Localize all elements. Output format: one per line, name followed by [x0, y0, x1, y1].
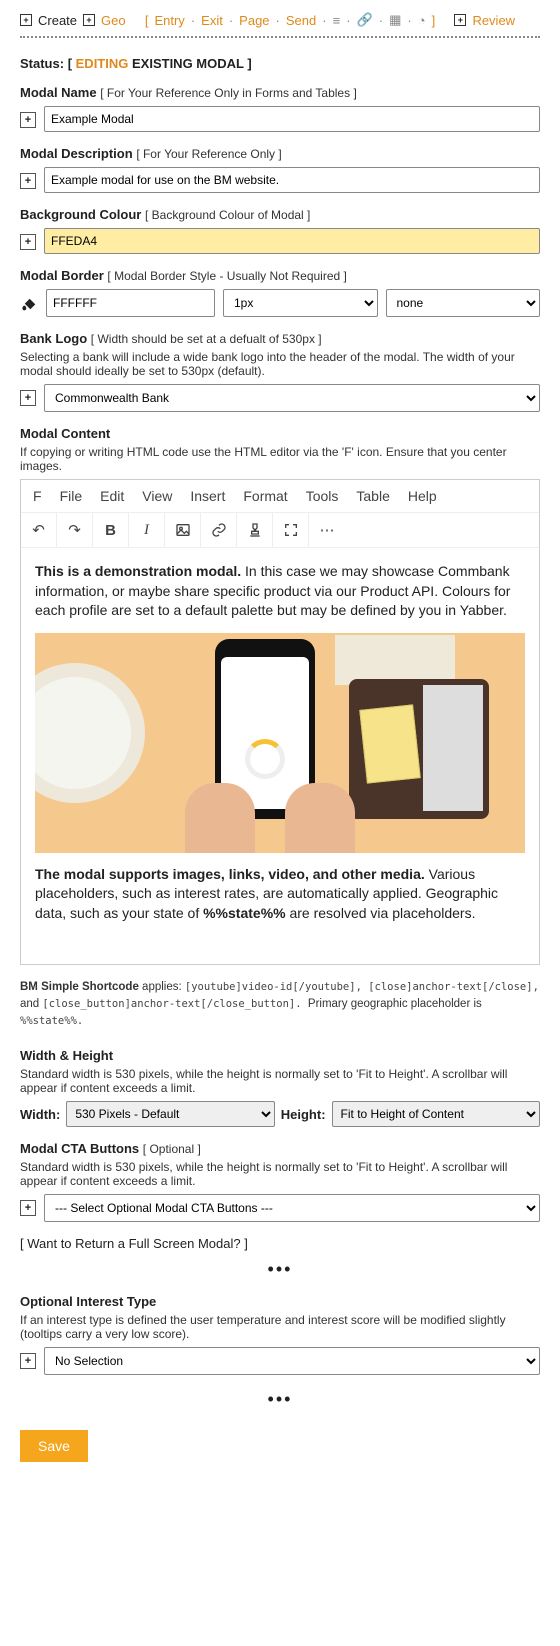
form-icon[interactable]: ▦	[389, 12, 401, 28]
modal-name-label: Modal Name	[20, 85, 97, 100]
interest-label: Optional Interest Type	[20, 1294, 540, 1309]
toolbar-send[interactable]: Send	[286, 13, 316, 28]
expand-icon[interactable]: +	[20, 390, 36, 406]
menu-file[interactable]: File	[60, 488, 83, 504]
toolbar-entry[interactable]: Entry	[154, 13, 184, 28]
height-label: Height:	[281, 1107, 326, 1122]
toolbar-page[interactable]: Page	[239, 13, 269, 28]
status-line: Status: [ EDITING EXISTING MODAL ]	[20, 56, 540, 71]
expand-icon[interactable]: +	[20, 112, 36, 128]
pie-icon[interactable]: ◔	[418, 13, 426, 28]
section-dots-icon: •••	[20, 1259, 540, 1280]
divider	[20, 36, 540, 38]
toolbar-exit[interactable]: Exit	[201, 13, 223, 28]
wh-label: Width & Height	[20, 1048, 540, 1063]
expand-icon[interactable]: +	[20, 173, 36, 189]
redo-icon[interactable]: ↷	[57, 513, 93, 547]
save-button[interactable]: Save	[20, 1430, 88, 1462]
modal-content-label: Modal Content	[20, 426, 540, 441]
bg-colour-label: Background Colour	[20, 207, 141, 222]
toolbar-review[interactable]: Review	[472, 13, 515, 28]
menu-view[interactable]: View	[142, 488, 172, 504]
border-style-select[interactable]: none	[386, 289, 541, 317]
toolbar-create[interactable]: Create	[38, 13, 77, 28]
width-label: Width:	[20, 1107, 60, 1122]
menu-format[interactable]: Format	[243, 488, 287, 504]
bank-logo-select[interactable]: Commonwealth Bank	[44, 384, 540, 412]
image-icon[interactable]	[165, 513, 201, 547]
expand-icon[interactable]: +	[20, 1200, 36, 1216]
link-icon[interactable]: 🔗	[357, 12, 373, 28]
menu-insert[interactable]: Insert	[190, 488, 225, 504]
editor-menubar: F File Edit View Insert Format Tools Tab…	[21, 480, 539, 513]
border-width-select[interactable]: 1px	[223, 289, 378, 317]
toolbar-geo[interactable]: Geo	[101, 13, 126, 28]
fullscreen-toggle-link[interactable]: [ Want to Return a Full Screen Modal? ]	[20, 1236, 540, 1251]
border-color-input[interactable]	[46, 289, 215, 317]
editor-content-area[interactable]: This is a demonstration modal. In this c…	[21, 548, 539, 964]
interest-select[interactable]: No Selection	[44, 1347, 540, 1375]
fullscreen-icon[interactable]	[273, 513, 309, 547]
cta-label: Modal CTA Buttons	[20, 1141, 139, 1156]
height-select[interactable]: Fit to Height of Content	[332, 1101, 540, 1127]
plus-icon[interactable]: +	[83, 14, 95, 26]
menu-help[interactable]: Help	[408, 488, 437, 504]
list-icon[interactable]: ≡	[333, 13, 341, 28]
menu-edit[interactable]: Edit	[100, 488, 124, 504]
section-dots-icon: •••	[20, 1389, 540, 1410]
menu-f[interactable]: F	[33, 488, 42, 504]
plus-icon[interactable]: +	[454, 14, 466, 26]
shortcode-note: BM Simple Shortcode applies: [youtube]vi…	[20, 979, 540, 1031]
cta-select[interactable]: --- Select Optional Modal CTA Buttons --…	[44, 1194, 540, 1222]
undo-icon[interactable]: ↶	[21, 513, 57, 547]
link-icon[interactable]	[201, 513, 237, 547]
top-toolbar: + Create + Geo [ Entry · Exit · Page · S…	[20, 12, 540, 28]
more-icon[interactable]: ⋯	[309, 513, 345, 547]
editor-toolbar: ↶ ↷ B I ⋯	[21, 513, 539, 548]
content-image	[35, 633, 525, 853]
bold-icon[interactable]: B	[93, 513, 129, 547]
stamp-icon[interactable]	[237, 513, 273, 547]
rich-text-editor: F File Edit View Insert Format Tools Tab…	[20, 479, 540, 965]
plus-icon[interactable]: +	[20, 14, 32, 26]
italic-icon[interactable]: I	[129, 513, 165, 547]
menu-table[interactable]: Table	[356, 488, 389, 504]
modal-description-input[interactable]	[44, 167, 540, 193]
width-select[interactable]: 530 Pixels - Default	[66, 1101, 274, 1127]
modal-description-label: Modal Description	[20, 146, 133, 161]
modal-name-input[interactable]	[44, 106, 540, 132]
expand-icon[interactable]: +	[20, 1353, 36, 1369]
bank-logo-label: Bank Logo	[20, 331, 87, 346]
bg-colour-input[interactable]	[44, 228, 540, 254]
paint-bucket-icon[interactable]	[20, 294, 38, 312]
border-label: Modal Border	[20, 268, 104, 283]
expand-icon[interactable]: +	[20, 234, 36, 250]
menu-tools[interactable]: Tools	[306, 488, 339, 504]
